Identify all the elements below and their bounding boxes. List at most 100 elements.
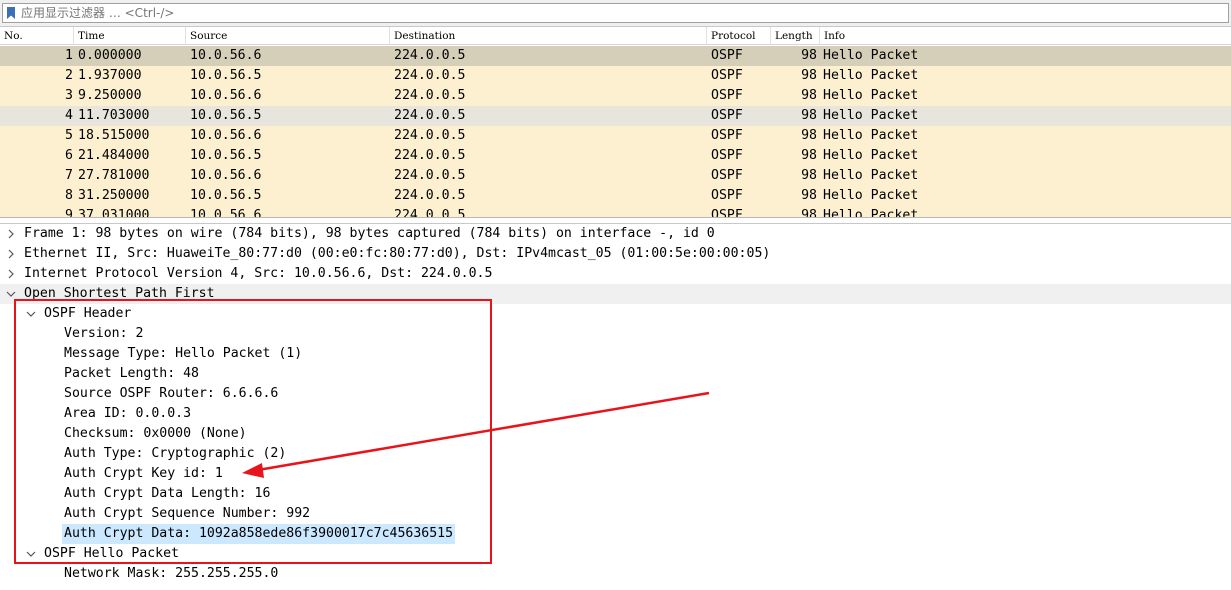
detail-tree-node[interactable]: OSPF Header (0, 304, 1231, 324)
packet-protocol: OSPF (711, 88, 743, 103)
packet-length: 98 (801, 68, 817, 83)
packet-row[interactable]: 3 9.250000 10.0.56.6 224.0.0.5 OSPF 98 Hello P… (0, 86, 1231, 106)
chevron-down-icon[interactable] (25, 304, 37, 324)
display-filter-bar (0, 0, 1231, 26)
detail-field[interactable]: Checksum: 0x0000 (None) (0, 424, 1231, 444)
column-header-no[interactable]: No. (0, 27, 74, 45)
packet-source: 10.0.56.6 (190, 48, 262, 63)
bookmark-icon[interactable] (5, 6, 17, 20)
packet-info: Hello Packet (823, 48, 919, 63)
packet-protocol: OSPF (711, 168, 743, 183)
chevron-down-icon[interactable] (5, 284, 17, 304)
packet-destination: 224.0.0.5 (394, 168, 466, 183)
detail-field[interactable]: Auth Type: Cryptographic (2) (0, 444, 1231, 464)
packet-number: 2 (65, 68, 73, 83)
packet-number: 5 (65, 128, 73, 143)
packet-source: 10.0.56.5 (190, 148, 262, 163)
detail-field[interactable]: Source OSPF Router: 6.6.6.6 (0, 384, 1231, 404)
packet-number: 7 (65, 168, 73, 183)
chevron-right-icon[interactable] (5, 224, 17, 244)
detail-text: Area ID: 0.0.0.3 (64, 406, 192, 421)
packet-number: 1 (65, 48, 73, 63)
packet-number: 6 (65, 148, 73, 163)
packet-length: 98 (801, 108, 817, 123)
packet-source: 10.0.56.6 (190, 168, 262, 183)
packet-source: 10.0.56.6 (190, 88, 262, 103)
detail-tree-node[interactable]: Ethernet II, Src: HuaweiTe_80:77:d0 (00:… (0, 244, 1231, 264)
column-header-time[interactable]: Time (74, 27, 186, 45)
packet-list[interactable]: No. Time Source Destination Protocol Len… (0, 26, 1231, 218)
detail-text: Version: 2 (64, 326, 144, 341)
packet-info: Hello Packet (823, 108, 919, 123)
column-header-destination[interactable]: Destination (390, 27, 707, 45)
column-header-length[interactable]: Length (771, 27, 820, 45)
packet-source: 10.0.56.5 (190, 188, 262, 203)
detail-tree-node[interactable]: OSPF Hello Packet (0, 544, 1231, 564)
packet-row[interactable]: 9 37.031000 10.0.56.6 224.0.0.5 OSPF 98 Hello … (0, 206, 1231, 218)
detail-text: Ethernet II, Src: HuaweiTe_80:77:d0 (00:… (24, 246, 771, 261)
packet-info: Hello Packet (823, 88, 919, 103)
column-header-protocol[interactable]: Protocol (707, 27, 771, 45)
packet-time: 9.250000 (78, 88, 142, 103)
detail-field[interactable]: Version: 2 (0, 324, 1231, 344)
detail-tree-node[interactable]: Open Shortest Path First (0, 284, 1231, 304)
detail-tree-node[interactable]: Internet Protocol Version 4, Src: 10.0.5… (0, 264, 1231, 284)
chevron-right-icon[interactable] (5, 244, 17, 264)
packet-length: 98 (801, 148, 817, 163)
packet-protocol: OSPF (711, 208, 743, 218)
packet-length: 98 (801, 188, 817, 203)
detail-text: Auth Type: Cryptographic (2) (64, 446, 287, 461)
display-filter-input[interactable] (21, 4, 1221, 22)
packet-row[interactable]: 8 31.250000 10.0.56.5 224.0.0.5 OSPF 98 Hello … (0, 186, 1231, 206)
column-header-source[interactable]: Source (186, 27, 390, 45)
detail-text: Auth Crypt Data: 1092a858ede86f3900017c7… (62, 524, 456, 544)
packet-time: 11.703000 (78, 108, 150, 123)
packet-row[interactable]: 5 18.515000 10.0.56.6 224.0.0.5 OSPF 98 Hello … (0, 126, 1231, 146)
display-filter-box[interactable] (2, 3, 1229, 23)
packet-row[interactable]: 1 0.000000 10.0.56.6 224.0.0.5 OSPF 98 Hello P… (0, 46, 1231, 66)
packet-number: 9 (65, 208, 73, 218)
packet-time: 18.515000 (78, 128, 150, 143)
packet-protocol: OSPF (711, 188, 743, 203)
packet-protocol: OSPF (711, 68, 743, 83)
packet-destination: 224.0.0.5 (394, 208, 466, 218)
detail-field[interactable]: Auth Crypt Key id: 1 (0, 464, 1231, 484)
packet-destination: 224.0.0.5 (394, 68, 466, 83)
packet-row[interactable]: 4 11.703000 10.0.56.5 224.0.0.5 OSPF 98 Hello … (0, 106, 1231, 126)
packet-length: 98 (801, 128, 817, 143)
packet-info: Hello Packet (823, 188, 919, 203)
packet-destination: 224.0.0.5 (394, 128, 466, 143)
detail-field[interactable]: Auth Crypt Sequence Number: 992 (0, 504, 1231, 524)
packet-protocol: OSPF (711, 48, 743, 63)
packet-time: 27.781000 (78, 168, 150, 183)
detail-field[interactable]: Message Type: Hello Packet (1) (0, 344, 1231, 364)
packet-length: 98 (801, 208, 817, 218)
detail-field[interactable]: Network Mask: 255.255.255.0 (0, 564, 1231, 584)
detail-text: Frame 1: 98 bytes on wire (784 bits), 98… (24, 226, 715, 241)
packet-protocol: OSPF (711, 148, 743, 163)
detail-field[interactable]: Area ID: 0.0.0.3 (0, 404, 1231, 424)
packet-row[interactable]: 6 21.484000 10.0.56.5 224.0.0.5 OSPF 98 Hello … (0, 146, 1231, 166)
packet-row[interactable]: 7 27.781000 10.0.56.6 224.0.0.5 OSPF 98 Hello … (0, 166, 1231, 186)
chevron-right-icon[interactable] (5, 264, 17, 284)
packet-protocol: OSPF (711, 128, 743, 143)
chevron-down-icon[interactable] (25, 544, 37, 564)
detail-field[interactable]: Auth Crypt Data Length: 16 (0, 484, 1231, 504)
packet-time: 1.937000 (78, 68, 142, 83)
packet-time: 21.484000 (78, 148, 150, 163)
packet-destination: 224.0.0.5 (394, 88, 466, 103)
detail-field[interactable]: Packet Length: 48 (0, 364, 1231, 384)
packet-info: Hello Packet (823, 128, 919, 143)
detail-field[interactable]: Auth Crypt Data: 1092a858ede86f3900017c7… (0, 524, 1231, 544)
packet-destination: 224.0.0.5 (394, 48, 466, 63)
packet-source: 10.0.56.5 (190, 68, 262, 83)
packet-number: 3 (65, 88, 73, 103)
detail-text: Open Shortest Path First (24, 286, 215, 301)
packet-row[interactable]: 2 1.937000 10.0.56.5 224.0.0.5 OSPF 98 Hello P… (0, 66, 1231, 86)
detail-text: Source OSPF Router: 6.6.6.6 (64, 386, 279, 401)
packet-details-pane[interactable]: Frame 1: 98 bytes on wire (784 bits), 98… (0, 223, 1231, 590)
packet-protocol: OSPF (711, 108, 743, 123)
column-header-info[interactable]: Info (820, 27, 1231, 45)
detail-text: OSPF Hello Packet (44, 546, 179, 561)
detail-tree-node[interactable]: Frame 1: 98 bytes on wire (784 bits), 98… (0, 224, 1231, 244)
